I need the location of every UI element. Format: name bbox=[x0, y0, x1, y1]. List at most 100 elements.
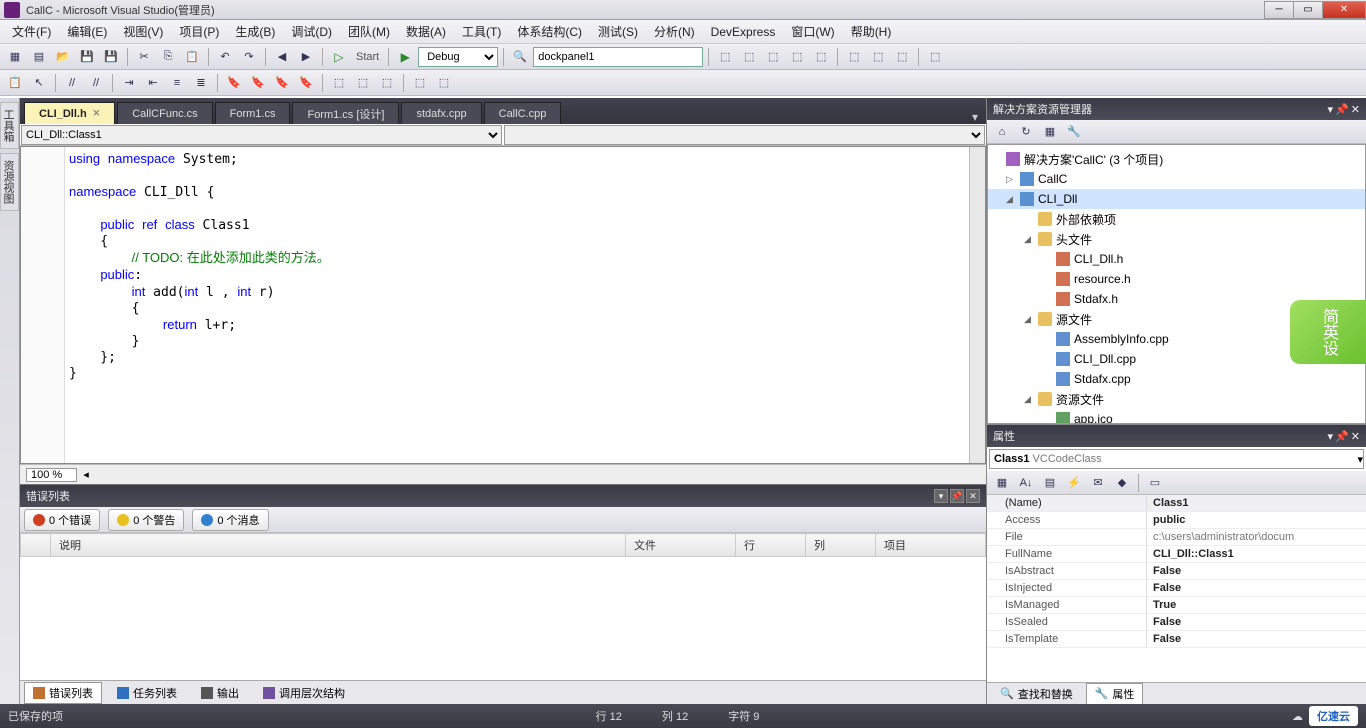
tab-cli-dll-h[interactable]: CLI_Dll.h✕ bbox=[24, 102, 115, 124]
minimize-button[interactable]: ─ bbox=[1264, 1, 1294, 19]
format2-icon[interactable]: ≣ bbox=[190, 72, 212, 94]
editor-scrollbar[interactable] bbox=[969, 147, 985, 463]
menu-test[interactable]: 测试(S) bbox=[590, 20, 646, 43]
misc-icon-3[interactable]: ⬚ bbox=[376, 72, 398, 94]
tb-icon-1[interactable]: ⬚ bbox=[714, 46, 736, 68]
zoom-combo[interactable]: 100 % bbox=[26, 468, 77, 482]
panel-dropdown-icon[interactable]: ▾ bbox=[1328, 103, 1334, 116]
find-icon[interactable]: 🔍 bbox=[509, 46, 531, 68]
menu-file[interactable]: 文件(F) bbox=[4, 20, 59, 43]
save-icon[interactable]: 💾 bbox=[76, 46, 98, 68]
properties-selector[interactable]: Class1 VCCodeClass▾ bbox=[989, 449, 1364, 469]
properties-grid[interactable]: (Name)Class1 Accesspublic Filec:\users\a… bbox=[987, 495, 1366, 682]
menu-architecture[interactable]: 体系结构(C) bbox=[509, 20, 590, 43]
panel-dropdown-icon[interactable]: ▾ bbox=[934, 489, 948, 503]
rbtab-properties[interactable]: 🔧属性 bbox=[1086, 683, 1144, 705]
start-debug-icon[interactable]: ▶ bbox=[394, 46, 416, 68]
close-button[interactable]: ✕ bbox=[1322, 1, 1366, 19]
bookmark-prev-icon[interactable]: 🔖 bbox=[247, 72, 269, 94]
sln-properties-icon[interactable]: 🔧 bbox=[1063, 121, 1085, 143]
tab-form1-design[interactable]: Form1.cs [设计] bbox=[292, 102, 399, 124]
tb-icon-9[interactable]: ⬚ bbox=[924, 46, 946, 68]
code-area[interactable]: using namespace System; namespace CLI_Dl… bbox=[65, 147, 969, 463]
menu-devexpress[interactable]: DevExpress bbox=[703, 22, 784, 42]
panel-pin-icon[interactable]: 📌 bbox=[1335, 430, 1349, 443]
nav-back-icon[interactable]: ◀ bbox=[271, 46, 293, 68]
tb-icon-2[interactable]: ⬚ bbox=[738, 46, 760, 68]
panel-dropdown-icon[interactable]: ▾ bbox=[1328, 430, 1334, 443]
tb-icon-8[interactable]: ⬚ bbox=[891, 46, 913, 68]
undo-icon[interactable]: ↶ bbox=[214, 46, 236, 68]
tab-callcfunc[interactable]: CallCFunc.cs bbox=[117, 102, 212, 124]
misc-icon-4[interactable]: ⬚ bbox=[409, 72, 431, 94]
sln-home-icon[interactable]: ⌂ bbox=[991, 121, 1013, 143]
menu-view[interactable]: 视图(V) bbox=[115, 20, 171, 43]
floating-badge[interactable]: 简英设 bbox=[1290, 300, 1366, 364]
uncomment-icon[interactable]: // bbox=[85, 72, 107, 94]
panel-close-icon[interactable]: ✕ bbox=[1351, 103, 1360, 116]
tb-icon-4[interactable]: ⬚ bbox=[786, 46, 808, 68]
tab-callc[interactable]: CallC.cpp bbox=[484, 102, 562, 124]
prop-page-icon[interactable]: ▤ bbox=[1039, 472, 1061, 494]
bookmark-next-icon[interactable]: 🔖 bbox=[271, 72, 293, 94]
paste-icon[interactable]: 📋 bbox=[181, 46, 203, 68]
copy-icon[interactable]: ⎘ bbox=[157, 46, 179, 68]
indent-icon[interactable]: ⇥ bbox=[118, 72, 140, 94]
messages-filter[interactable]: 0 个消息 bbox=[192, 509, 268, 531]
bookmark-clear-icon[interactable]: 🔖 bbox=[295, 72, 317, 94]
btab-output[interactable]: 输出 bbox=[192, 682, 248, 704]
btab-error-list[interactable]: 错误列表 bbox=[24, 682, 102, 704]
outdent-icon[interactable]: ⇤ bbox=[142, 72, 164, 94]
menu-debug[interactable]: 调试(D) bbox=[283, 20, 340, 43]
server-explorer-tab[interactable]: 资源视图 bbox=[0, 153, 19, 211]
pointer-icon[interactable]: ↖ bbox=[28, 72, 50, 94]
panel-pin-icon[interactable]: 📌 bbox=[1335, 103, 1349, 116]
prop-event-icon[interactable]: ⚡ bbox=[1063, 472, 1085, 494]
toolbox-tab[interactable]: 工具箱 bbox=[0, 102, 19, 149]
panel-close-icon[interactable]: ✕ bbox=[966, 489, 980, 503]
tb-icon-6[interactable]: ⬚ bbox=[843, 46, 865, 68]
prop-cat-icon[interactable]: ▦ bbox=[991, 472, 1013, 494]
menu-help[interactable]: 帮助(H) bbox=[843, 20, 900, 43]
menu-team[interactable]: 团队(M) bbox=[340, 20, 398, 43]
menu-edit[interactable]: 编辑(E) bbox=[59, 20, 115, 43]
nav-fwd-icon[interactable]: ▶ bbox=[295, 46, 317, 68]
sln-refresh-icon[interactable]: ↻ bbox=[1015, 121, 1037, 143]
format-icon[interactable]: ≡ bbox=[166, 72, 188, 94]
save-all-icon[interactable]: 💾 bbox=[100, 46, 122, 68]
rbtab-find-replace[interactable]: 🔍查找和替换 bbox=[991, 683, 1082, 705]
menu-data[interactable]: 数据(A) bbox=[398, 20, 454, 43]
tab-overflow-icon[interactable]: ▾ bbox=[964, 110, 986, 124]
sln-showall-icon[interactable]: ▦ bbox=[1039, 121, 1061, 143]
new-project-icon[interactable]: ▦ bbox=[4, 46, 26, 68]
btab-call-hierarchy[interactable]: 调用层次结构 bbox=[254, 682, 354, 704]
solution-tree[interactable]: 解决方案'CallC' (3 个项目) ▷CallC ◢CLI_Dll 外部依赖… bbox=[987, 144, 1366, 424]
error-grid[interactable]: 说明 文件 行 列 项目 bbox=[20, 533, 986, 680]
code-editor[interactable]: using namespace System; namespace CLI_Dl… bbox=[20, 146, 986, 464]
tb-icon-3[interactable]: ⬚ bbox=[762, 46, 784, 68]
scope-combo[interactable]: CLI_Dll::Class1 bbox=[21, 125, 502, 145]
comment-icon[interactable]: // bbox=[61, 72, 83, 94]
member-list-icon[interactable]: 📋 bbox=[4, 72, 26, 94]
add-item-icon[interactable]: ▤ bbox=[28, 46, 50, 68]
prop-msg-icon[interactable]: ✉ bbox=[1087, 472, 1109, 494]
misc-icon-2[interactable]: ⬚ bbox=[352, 72, 374, 94]
config-combo[interactable]: Debug bbox=[418, 47, 498, 67]
prop-override-icon[interactable]: ◆ bbox=[1111, 472, 1133, 494]
maximize-button[interactable]: ▭ bbox=[1293, 1, 1323, 19]
close-icon[interactable]: ✕ bbox=[93, 108, 101, 119]
errors-filter[interactable]: 0 个错误 bbox=[24, 509, 100, 531]
misc-icon-5[interactable]: ⬚ bbox=[433, 72, 455, 94]
btab-task-list[interactable]: 任务列表 bbox=[108, 682, 186, 704]
open-icon[interactable]: 📂 bbox=[52, 46, 74, 68]
menu-window[interactable]: 窗口(W) bbox=[783, 20, 842, 43]
member-combo[interactable] bbox=[504, 125, 985, 145]
menu-analyze[interactable]: 分析(N) bbox=[646, 20, 703, 43]
prop-box-icon[interactable]: ▭ bbox=[1144, 472, 1166, 494]
tb-icon-5[interactable]: ⬚ bbox=[810, 46, 832, 68]
menu-build[interactable]: 生成(B) bbox=[227, 20, 283, 43]
menu-tools[interactable]: 工具(T) bbox=[454, 20, 509, 43]
prop-alpha-icon[interactable]: A↓ bbox=[1015, 472, 1037, 494]
find-input[interactable] bbox=[533, 47, 703, 67]
tb-icon-7[interactable]: ⬚ bbox=[867, 46, 889, 68]
